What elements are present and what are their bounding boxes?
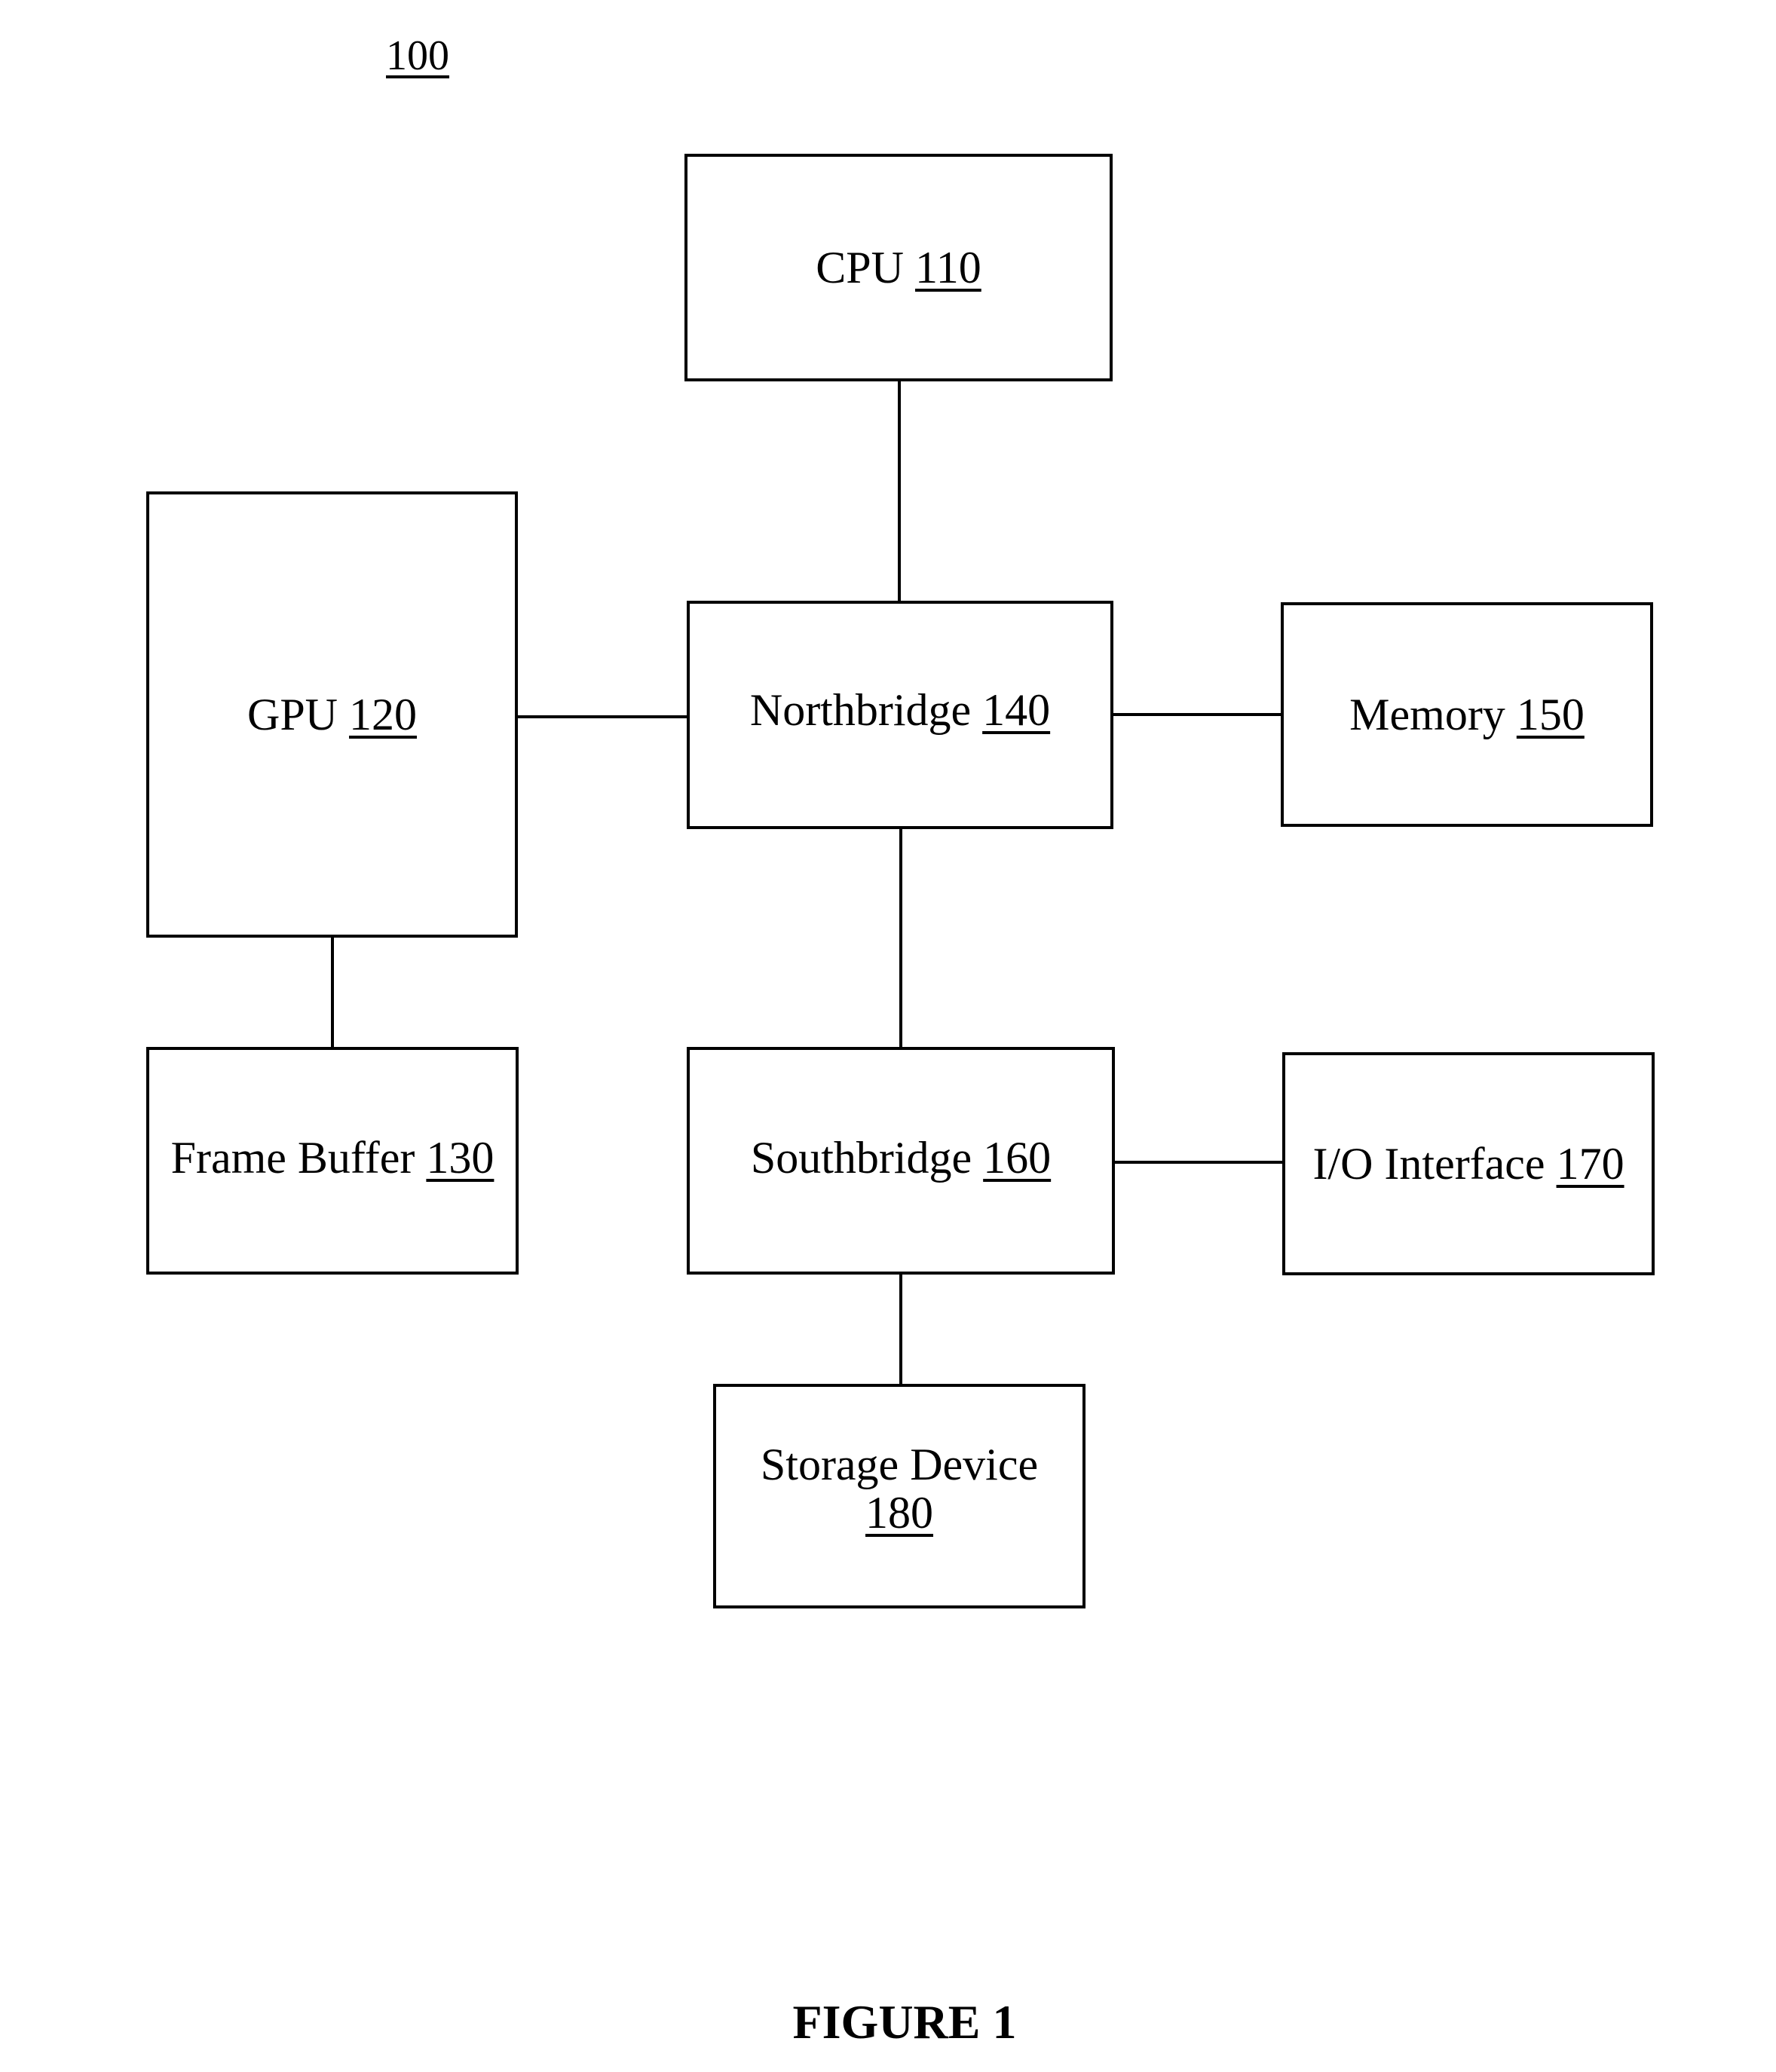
storage-device-block: Storage Device 180: [713, 1384, 1086, 1608]
connector-gpu-northbridge: [518, 715, 687, 718]
storage-device-name: Storage Device: [760, 1440, 1039, 1489]
connector-gpu-framebuffer: [331, 938, 334, 1047]
gpu-name: GPU: [246, 690, 338, 739]
southbridge-name: Southbridge: [750, 1133, 972, 1183]
cpu-block: CPU 110: [684, 154, 1113, 381]
frame-buffer-block: Frame Buffer 130: [146, 1047, 519, 1275]
cpu-ref: 110: [914, 243, 981, 292]
cpu-label: CPU 110: [816, 243, 981, 292]
io-interface-ref: 170: [1556, 1139, 1624, 1189]
storage-device-ref: 180: [865, 1488, 933, 1538]
figure-reference-label: 100: [386, 32, 449, 79]
frame-buffer-label: Frame Buffer 130: [171, 1134, 495, 1182]
memory-block: Memory 150: [1281, 602, 1653, 827]
frame-buffer-name: Frame Buffer: [170, 1133, 415, 1183]
cpu-name: CPU: [816, 243, 904, 292]
figure-caption: FIGURE 1: [792, 1995, 1017, 2049]
connector-northbridge-memory: [1113, 713, 1281, 716]
io-interface-name: I/O Interface: [1312, 1139, 1545, 1189]
northbridge-ref: 140: [982, 684, 1051, 735]
southbridge-block: Southbridge 160: [687, 1047, 1115, 1275]
memory-ref: 150: [1516, 690, 1585, 739]
connector-cpu-northbridge: [898, 381, 901, 601]
memory-name: Memory: [1349, 690, 1505, 739]
connector-northbridge-southbridge: [899, 829, 902, 1047]
memory-label: Memory 150: [1349, 690, 1585, 739]
northbridge-label: Northbridge 140: [750, 686, 1050, 734]
gpu-label: GPU 120: [247, 690, 417, 739]
northbridge-name: Northbridge: [749, 684, 972, 735]
northbridge-block: Northbridge 140: [687, 601, 1113, 829]
storage-device-label: Storage Device 180: [761, 1440, 1038, 1537]
gpu-block: GPU 120: [146, 491, 518, 938]
connector-southbridge-io: [1115, 1161, 1282, 1164]
frame-buffer-ref: 130: [426, 1133, 495, 1183]
connector-southbridge-storage: [899, 1275, 902, 1384]
io-interface-label: I/O Interface 170: [1312, 1140, 1624, 1188]
block-diagram: 100 CPU 110 GPU 120 Northbridge 140 Memo…: [0, 0, 1776, 2072]
southbridge-label: Southbridge 160: [751, 1134, 1051, 1182]
southbridge-ref: 160: [983, 1133, 1052, 1183]
gpu-ref: 120: [349, 690, 418, 739]
io-interface-block: I/O Interface 170: [1282, 1052, 1655, 1275]
